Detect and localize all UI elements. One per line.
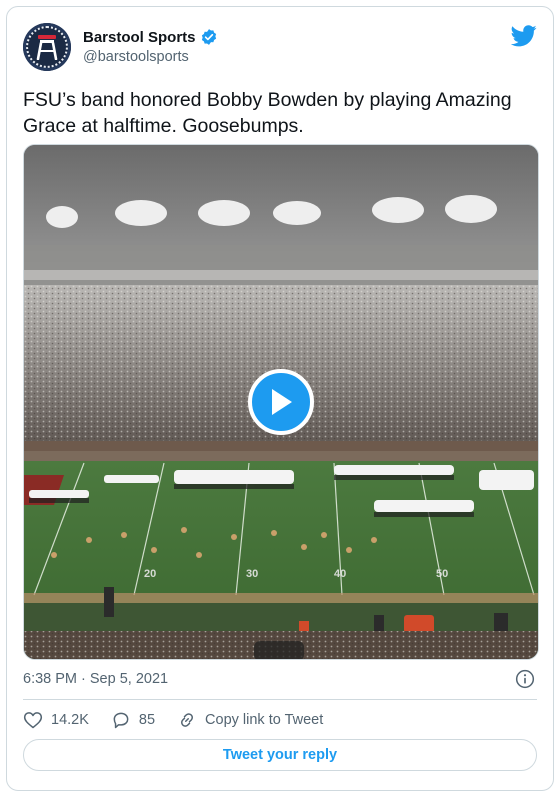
- yard-number: 50: [436, 568, 448, 580]
- tweet-header: Barstool Sports @barstoolsports: [23, 23, 537, 75]
- copy-link-label: Copy link to Tweet: [205, 712, 324, 728]
- reply-bubble-icon: [113, 712, 129, 729]
- verified-badge-icon: [201, 29, 216, 45]
- like-button[interactable]: 14.2K: [23, 710, 89, 730]
- avatar[interactable]: [23, 23, 71, 71]
- copy-link-button[interactable]: Copy link to Tweet: [177, 710, 323, 730]
- yard-number: 30: [246, 568, 258, 580]
- tweet-your-reply-button[interactable]: Tweet your reply: [23, 739, 537, 771]
- reply-count-button[interactable]: 85: [111, 710, 155, 730]
- tweet-card: Barstool Sports @barstoolsports FSU’s ba…: [6, 6, 554, 791]
- play-icon: [272, 389, 292, 415]
- author-display-name[interactable]: Barstool Sports: [83, 29, 196, 46]
- avatar-star-ring: [26, 26, 68, 68]
- divider: [23, 699, 537, 700]
- name-row: Barstool Sports: [83, 28, 218, 46]
- tweet-actions: 14.2K 85 Copy link to Tweet: [23, 707, 345, 733]
- twitter-bird-icon[interactable]: [511, 25, 537, 47]
- tweet-timestamp[interactable]: 6:38 PM · Sep 5, 2021: [23, 671, 168, 687]
- play-button[interactable]: [248, 369, 314, 435]
- like-count: 14.2K: [51, 712, 89, 728]
- author-handle[interactable]: @barstoolsports: [83, 49, 189, 65]
- tweet-text: FSU’s band honored Bobby Bowden by playi…: [23, 89, 512, 137]
- yard-number: 40: [334, 568, 346, 580]
- heart-icon: [23, 712, 43, 729]
- timestamp-row: 6:38 PM · Sep 5, 2021: [23, 667, 537, 695]
- info-icon[interactable]: [515, 669, 535, 689]
- video-player[interactable]: 20 30 40 50: [23, 144, 539, 660]
- link-icon: [181, 713, 194, 727]
- reply-count: 85: [138, 712, 156, 728]
- yard-number: 20: [144, 568, 156, 580]
